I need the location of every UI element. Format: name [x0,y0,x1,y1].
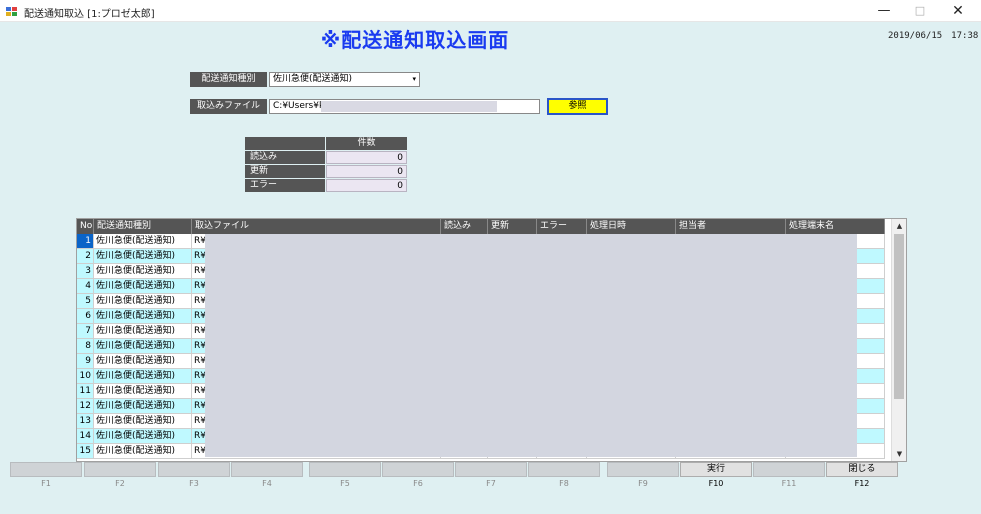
cell-no[interactable]: 1 [77,234,94,249]
count-label-update: 更新 [245,165,325,178]
cell-type[interactable]: 佐川急便(配送通知) [94,369,192,384]
count-header: 件数 [326,137,407,150]
browse-button[interactable]: 参照 [547,98,608,115]
notice-type-value: 佐川急便(配送通知) [273,74,353,84]
redacted-region [205,234,857,457]
column-header-update[interactable]: 更新 [488,219,537,234]
cell-no[interactable]: 9 [77,354,94,369]
cell-type[interactable]: 佐川急便(配送通知) [94,414,192,429]
function-key-f6-label: F6 [413,479,423,488]
function-key-f9-label: F9 [638,479,648,488]
function-key-f10-button[interactable]: 実行 [680,462,752,477]
function-key-f5-button[interactable] [309,462,381,477]
current-datetime: 2019/06/15 17:38 [888,31,979,41]
page-title: ※配送通知取込画面 [320,28,510,52]
function-key-f6-button[interactable] [382,462,454,477]
column-header-read[interactable]: 読込み [441,219,488,234]
import-file-field[interactable]: C:¥Users¥k [269,99,540,114]
cell-type[interactable]: 佐川急便(配送通知) [94,399,192,414]
cell-no[interactable]: 5 [77,294,94,309]
function-key-f7-button[interactable] [455,462,527,477]
window-title: 配送通知取込 [1:プロゼ太郎] [24,9,155,20]
function-key-f5-label: F5 [340,479,350,488]
count-label-error: エラー [245,179,325,192]
function-key-f9-button[interactable] [607,462,679,477]
minimize-icon[interactable]: — [866,0,902,22]
import-file-label: 取込みファイル [190,99,267,114]
count-label-read: 読込み [245,151,325,164]
close-icon[interactable]: ✕ [940,0,976,22]
app-icon [6,7,17,16]
cell-no[interactable]: 4 [77,279,94,294]
cell-type[interactable]: 佐川急便(配送通知) [94,444,192,459]
function-key-f12-button[interactable]: 閉じる [826,462,898,477]
function-key-f11-button[interactable] [753,462,825,477]
function-key-f1-label: F1 [41,479,51,488]
scroll-down-icon[interactable]: ▼ [892,447,906,461]
cell-no[interactable]: 6 [77,309,94,324]
cell-no[interactable]: 11 [77,384,94,399]
column-header-file[interactable]: 取込ファイル [192,219,441,234]
function-key-f8-button[interactable] [528,462,600,477]
notice-type-label: 配送通知種別 [190,72,267,87]
column-header-no[interactable]: No [77,219,94,234]
chevron-down-icon[interactable]: ▾ [412,73,416,86]
count-value-read: 0 [326,151,407,164]
function-key-f3-label: F3 [189,479,199,488]
cell-no[interactable]: 3 [77,264,94,279]
function-key-f8-label: F8 [559,479,569,488]
cell-no[interactable]: 13 [77,414,94,429]
vertical-scrollbar[interactable]: ▲ ▼ [891,219,906,461]
cell-type[interactable]: 佐川急便(配送通知) [94,324,192,339]
cell-type[interactable]: 佐川急便(配送通知) [94,249,192,264]
function-key-f12-label: F12 [854,479,870,488]
notice-type-select[interactable]: 佐川急便(配送通知) ▾ [269,72,420,87]
column-header-terminal[interactable]: 処理端末名 [786,219,885,234]
cell-type[interactable]: 佐川急便(配送通知) [94,234,192,249]
function-key-f10-label: F10 [708,479,724,488]
cell-type[interactable]: 佐川急便(配送通知) [94,294,192,309]
function-key-f2-button[interactable] [84,462,156,477]
column-header-error[interactable]: エラー [537,219,587,234]
function-key-f3-button[interactable] [158,462,230,477]
history-grid[interactable]: No 配送通知種別 取込ファイル 読込み 更新 エラー 処理日時 担当者 処理端… [76,218,907,462]
cell-type[interactable]: 佐川急便(配送通知) [94,264,192,279]
cell-type[interactable]: 佐川急便(配送通知) [94,429,192,444]
cell-type[interactable]: 佐川急便(配送通知) [94,309,192,324]
cell-no[interactable]: 8 [77,339,94,354]
import-file-value: C:¥Users¥k [273,101,325,111]
function-key-f1-button[interactable] [10,462,82,477]
column-header-type[interactable]: 配送通知種別 [94,219,192,234]
column-header-user[interactable]: 担当者 [676,219,786,234]
scroll-thumb[interactable] [894,234,904,399]
cell-no[interactable]: 2 [77,249,94,264]
cell-no[interactable]: 15 [77,444,94,459]
cell-type[interactable]: 佐川急便(配送通知) [94,384,192,399]
redacted-region [321,101,497,112]
cell-no[interactable]: 10 [77,369,94,384]
cell-type[interactable]: 佐川急便(配送通知) [94,354,192,369]
window-titlebar: 配送通知取込 [1:プロゼ太郎] — □ ✕ [0,0,981,22]
function-key-f4-label: F4 [262,479,272,488]
cell-no[interactable]: 12 [77,399,94,414]
cell-no[interactable]: 7 [77,324,94,339]
function-key-f7-label: F7 [486,479,496,488]
column-header-datetime[interactable]: 処理日時 [587,219,676,234]
maximize-icon[interactable]: □ [902,0,938,22]
function-key-f11-label: F11 [781,479,797,488]
scroll-up-icon[interactable]: ▲ [892,219,906,233]
count-header-blank [245,137,325,150]
cell-no[interactable]: 14 [77,429,94,444]
function-key-f2-label: F2 [115,479,125,488]
function-key-f4-button[interactable] [231,462,303,477]
count-value-error: 0 [326,179,407,192]
count-value-update: 0 [326,165,407,178]
main-form: ※配送通知取込画面 2019/06/15 17:38 配送通知種別 佐川急便(配… [0,22,981,514]
cell-type[interactable]: 佐川急便(配送通知) [94,279,192,294]
cell-type[interactable]: 佐川急便(配送通知) [94,339,192,354]
